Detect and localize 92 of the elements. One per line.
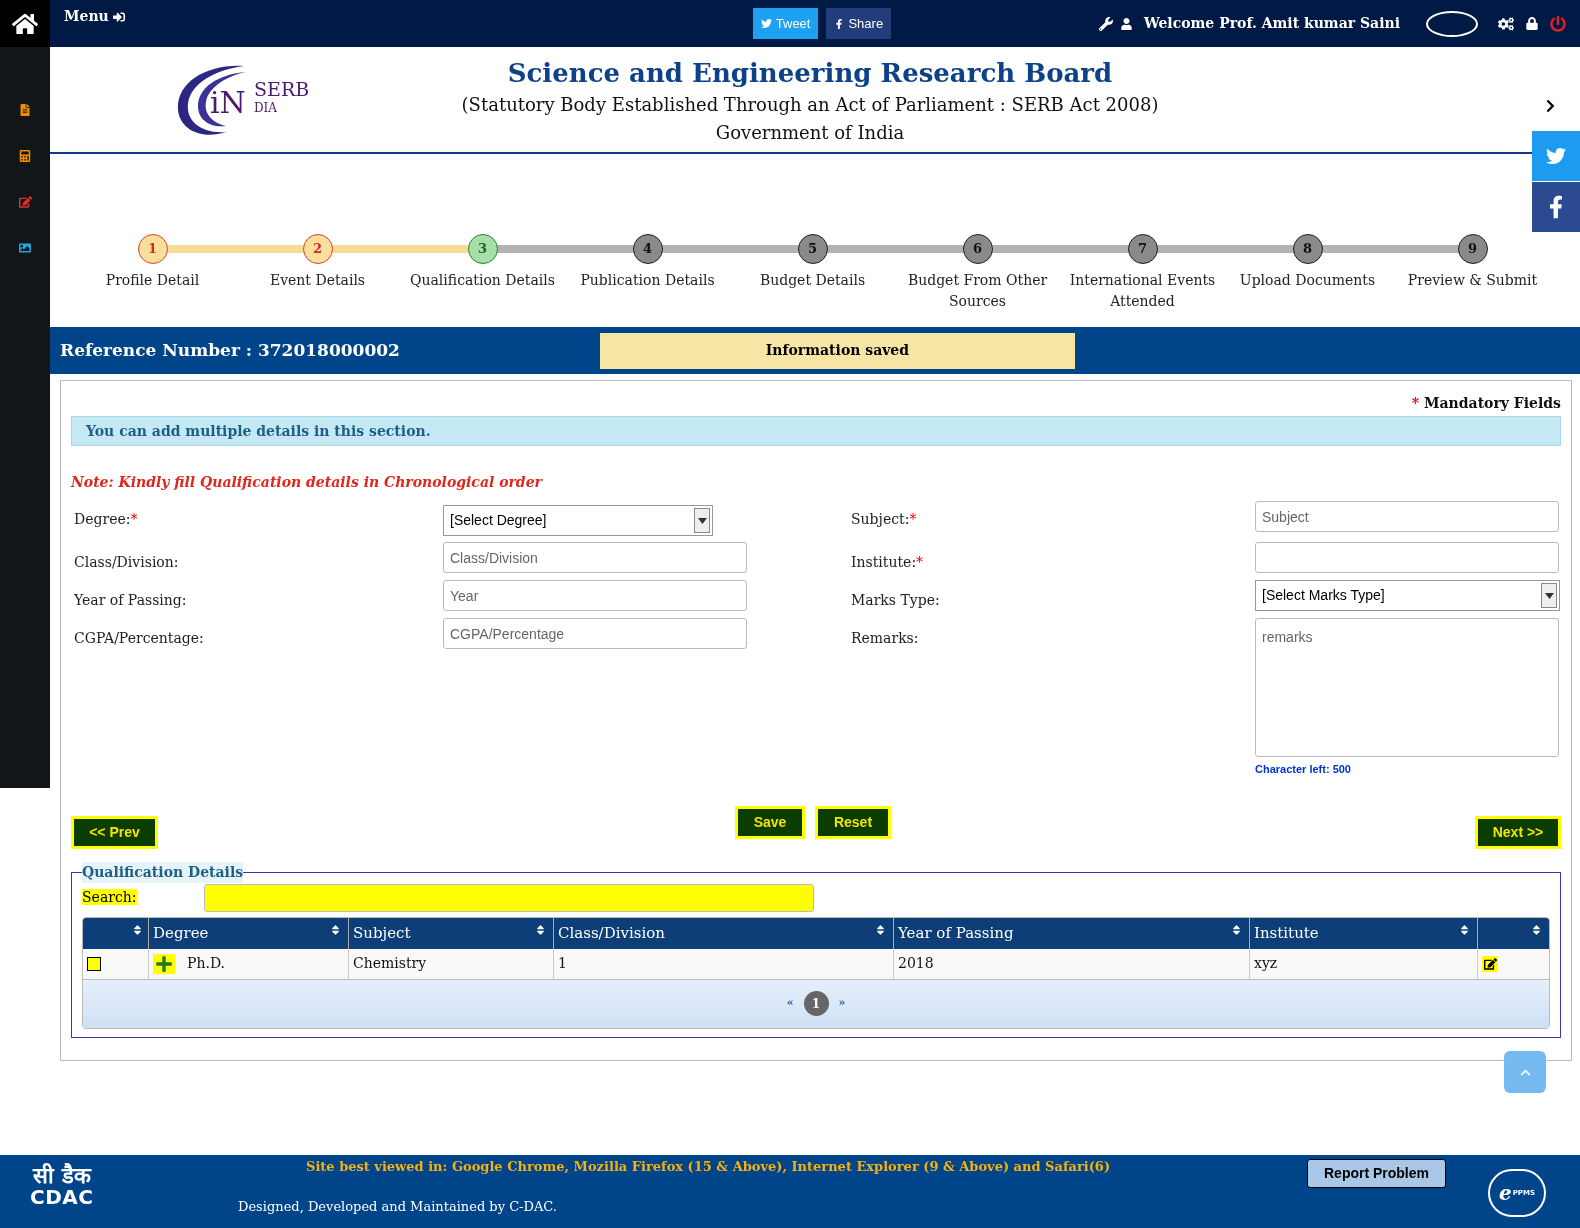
table-cell-text: xyz <box>1254 954 1278 973</box>
table-cell-text: 1 <box>558 954 567 973</box>
image-icon[interactable] <box>18 242 32 254</box>
government-text: Government of India <box>715 121 905 145</box>
report-problem-button[interactable]: Report Problem <box>1307 1159 1446 1188</box>
field-label: Marks Type: <box>851 592 940 608</box>
bird-icon <box>1545 146 1567 166</box>
cdac-hindi-text: सी डैक <box>32 1165 91 1187</box>
table-cell-text: Chemistry <box>353 954 427 973</box>
lock-icon[interactable] <box>1526 17 1538 30</box>
select-field[interactable]: [Select Marks Type] <box>1255 580 1560 611</box>
page-title: Science and Engineering Research Board <box>507 57 1113 90</box>
prev-page-link[interactable]: « <box>786 995 794 1012</box>
reset-button[interactable]: Reset <box>815 805 891 839</box>
step-label: Upload Documents <box>1238 271 1377 290</box>
sort-icon[interactable] <box>331 923 340 936</box>
facebook-icon <box>834 18 845 29</box>
mandatory-note: * Mandatory Fields <box>1411 394 1561 413</box>
select-field[interactable]: [Select Degree] <box>443 505 713 536</box>
table-cell-text: 2018 <box>898 954 934 973</box>
column-header[interactable]: Degree <box>149 917 349 949</box>
expand-icon[interactable] <box>153 953 175 974</box>
panel-legend: Qualification Details <box>82 861 244 883</box>
chronology-note: Note: Kindly fill Qualification details in Chronological order <box>71 473 544 492</box>
saved-notice: Information saved <box>599 332 1075 369</box>
facebook-share-button[interactable] <box>1532 182 1580 232</box>
field-label: Remarks: <box>851 630 919 646</box>
prev-button[interactable]: << Prev <box>71 815 158 849</box>
sort-icon[interactable] <box>536 923 545 936</box>
row-checkbox[interactable] <box>87 956 101 971</box>
field-label: Degree:* <box>74 511 138 527</box>
step-label: Profile Detail <box>104 271 201 290</box>
edit-icon[interactable] <box>1482 955 1498 972</box>
sort-icon[interactable] <box>133 923 142 936</box>
sort-icon[interactable] <box>1532 923 1541 936</box>
text-field[interactable]: Year <box>443 580 747 611</box>
sort-icon[interactable] <box>1232 923 1241 936</box>
step-label: Budget From Other Sources <box>906 271 1049 311</box>
field-label: CGPA/Percentage: <box>74 630 204 646</box>
text-field[interactable]: Class/Division <box>443 542 747 573</box>
power-icon[interactable] <box>1550 15 1566 32</box>
step-label: Budget Details <box>758 271 867 290</box>
step-label: International Events Attended <box>1068 271 1217 311</box>
settings-icon[interactable] <box>1498 15 1514 32</box>
field-label: Year of Passing: <box>74 592 187 608</box>
next-page-link[interactable]: » <box>838 995 846 1012</box>
column-header[interactable]: Year of Passing <box>894 917 1250 949</box>
search-label: Search: <box>82 888 138 907</box>
table-cell-text: Ph.D. <box>187 954 226 973</box>
field-label: Institute:* <box>851 554 924 570</box>
chevron-right-icon[interactable] <box>1545 99 1556 113</box>
logo-initial: iN <box>210 87 246 118</box>
page-button[interactable]: 1 <box>803 991 829 1016</box>
avatar-icon <box>1426 10 1478 37</box>
character-counter: Character left: 500 <box>1255 762 1352 777</box>
step-label: Event Details <box>268 271 367 290</box>
facebook-icon <box>1549 195 1563 219</box>
search-field[interactable] <box>204 883 814 912</box>
step-label: Qualification Details <box>409 271 556 290</box>
wrench-icon[interactable] <box>1098 16 1113 31</box>
user-icon <box>1120 17 1132 30</box>
reference-number: Reference Number : 372018000002 <box>60 338 400 362</box>
credit-text: Designed, Developed and Maintained by C-DAC. <box>238 1198 557 1216</box>
info-banner: You can add multiple details in this section. <box>71 416 1561 446</box>
browser-notice: Site best viewed in: Google Chrome, Mozilla Firefox (15 & Above), Internet Explorer (9 & Above) and Safari(6) <box>306 1158 1111 1176</box>
eppms-e-text: e <box>1499 1183 1512 1203</box>
cdac-text: CDAC <box>30 1187 94 1207</box>
field-label: Class/Division: <box>74 554 179 570</box>
logo-name: SERB <box>254 79 310 99</box>
page-subtitle: (Statutory Body Established Through an Act of Parliament : SERB Act 2008) <box>461 93 1159 117</box>
calculator-icon[interactable] <box>19 150 31 162</box>
logo-suffix: DIA <box>254 101 278 114</box>
sort-icon[interactable] <box>1460 923 1469 936</box>
column-header[interactable]: Subject <box>349 917 554 949</box>
share-button[interactable]: Share <box>826 8 892 39</box>
next-button[interactable]: Next >> <box>1475 815 1561 849</box>
sign-in-icon <box>112 10 125 23</box>
remarks-field[interactable]: remarks <box>1255 618 1559 757</box>
document-icon[interactable] <box>19 104 31 116</box>
text-field[interactable]: CGPA/Percentage <box>443 618 747 649</box>
text-field[interactable] <box>1255 542 1559 573</box>
bird-icon <box>760 18 772 29</box>
step-label: Preview & Submit <box>1406 271 1539 290</box>
step-label: Publication Details <box>579 271 716 290</box>
welcome-text: Welcome Prof. Amit kumar Saini <box>1143 14 1400 33</box>
column-header[interactable]: Class/Division <box>554 917 894 949</box>
text-field[interactable]: Subject <box>1255 501 1559 532</box>
menu-link[interactable]: Menu <box>64 6 109 27</box>
column-header[interactable]: Institute <box>1250 917 1478 949</box>
sort-icon[interactable] <box>876 923 885 936</box>
save-button[interactable]: Save <box>735 805 805 839</box>
field-label: Subject:* <box>851 511 917 527</box>
